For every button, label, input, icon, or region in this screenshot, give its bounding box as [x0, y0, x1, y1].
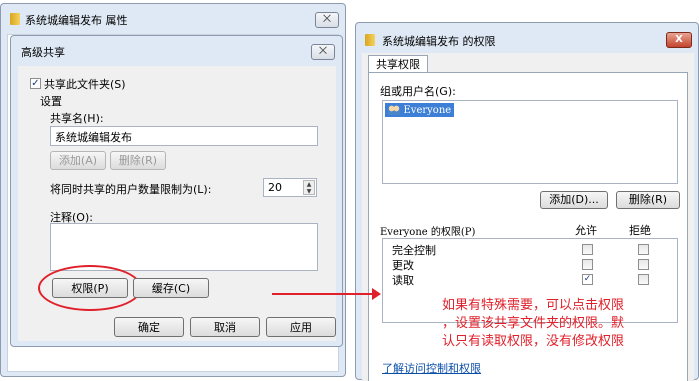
remove-user-button[interactable]: 删除(R)	[616, 191, 680, 209]
deny-header: 拒绝	[629, 224, 651, 237]
annotation-line: ，设置该共享文件夹的权限。默	[442, 316, 625, 331]
advanced-sharing-title: 高级共享	[21, 46, 65, 59]
add-share-button[interactable]: 添加(A)	[50, 151, 106, 170]
annotation-note: 如果有特殊需要，可以点击权限 ，设置该共享文件夹的权限。默 认只有读取权限，没有…	[442, 297, 624, 351]
stepper-arrows-icon[interactable]: ▲ ▼	[303, 180, 315, 195]
annotation-line: 认只有读取权限，没有修改权限	[442, 334, 625, 349]
user-limit-label: 将同时共享的用户数量限制为(L):	[50, 183, 212, 196]
annotation-arrow	[272, 293, 376, 295]
access-control-help-link[interactable]: 了解访问控制和权限	[382, 360, 481, 376]
users-group-icon	[388, 105, 400, 115]
allow-full-control-checkbox[interactable]	[582, 244, 593, 255]
folder-icon	[10, 13, 20, 25]
permissions-header: Everyone 的权限(P)	[380, 227, 476, 238]
remove-share-button[interactable]: 删除(R)	[110, 151, 166, 170]
deny-full-control-checkbox[interactable]	[638, 244, 649, 255]
cache-button[interactable]: 缓存(C)	[133, 278, 209, 298]
allow-header: 允许	[575, 224, 597, 237]
allow-read-checkbox[interactable]: ✓	[582, 274, 593, 285]
allow-change-checkbox[interactable]	[582, 259, 593, 270]
permission-name: 完全控制	[392, 244, 436, 257]
annotation-line: 如果有特殊需要，可以点击权限	[442, 298, 625, 313]
permissions-highlight-ellipse	[38, 265, 142, 311]
permissions-close-button[interactable]: X	[666, 32, 692, 48]
share-name-label: 共享名(H):	[50, 112, 104, 125]
apply-button[interactable]: 应用	[266, 317, 336, 337]
comment-textarea[interactable]	[50, 223, 318, 271]
user-limit-value: 20	[268, 181, 282, 194]
user-limit-stepper[interactable]: 20 ▲ ▼	[263, 178, 317, 197]
settings-group-label: 设置	[40, 95, 62, 108]
share-folder-checkbox[interactable]: ✓	[30, 78, 41, 89]
permissions-dialog-title: 系统城编辑发布 的权限	[382, 35, 496, 48]
folder-icon	[365, 34, 375, 46]
share-name-field[interactable]: 系统城编辑发布	[50, 126, 318, 146]
add-user-button[interactable]: 添加(D)...	[540, 191, 608, 209]
list-item[interactable]: Everyone	[385, 103, 455, 117]
tab-share-permissions-label: 共享权限	[376, 58, 420, 71]
group-user-list[interactable]: Everyone	[382, 100, 678, 184]
deny-change-checkbox[interactable]	[638, 259, 649, 270]
deny-read-checkbox[interactable]	[638, 274, 649, 285]
advanced-sharing-close-button[interactable]: ⨉	[311, 44, 335, 60]
share-folder-label: 共享此文件夹(S)	[44, 78, 126, 91]
ok-button[interactable]: 确定	[114, 317, 184, 337]
annotation-arrowhead	[372, 288, 381, 300]
properties-close-button[interactable]: ⨉	[315, 12, 339, 28]
group-user-label: 组或用户名(G):	[380, 85, 456, 98]
user-name: Everyone	[403, 105, 452, 116]
share-name-value: 系统城编辑发布	[55, 131, 132, 144]
permission-name: 更改	[392, 259, 414, 272]
tab-share-permissions[interactable]: 共享权限	[368, 55, 428, 73]
permission-name: 读取	[392, 274, 414, 287]
cancel-button[interactable]: 取消	[190, 317, 260, 337]
advanced-sharing-body: ✓ 共享此文件夹(S) 设置 共享名(H): 系统城编辑发布 添加(A) 删除(…	[18, 66, 336, 341]
properties-window-title: 系统城编辑发布 属性	[25, 14, 128, 27]
advanced-sharing-dialog: 高级共享 ⨉ ✓ 共享此文件夹(S) 设置 共享名(H): 系统城编辑发布 添加…	[10, 35, 343, 347]
